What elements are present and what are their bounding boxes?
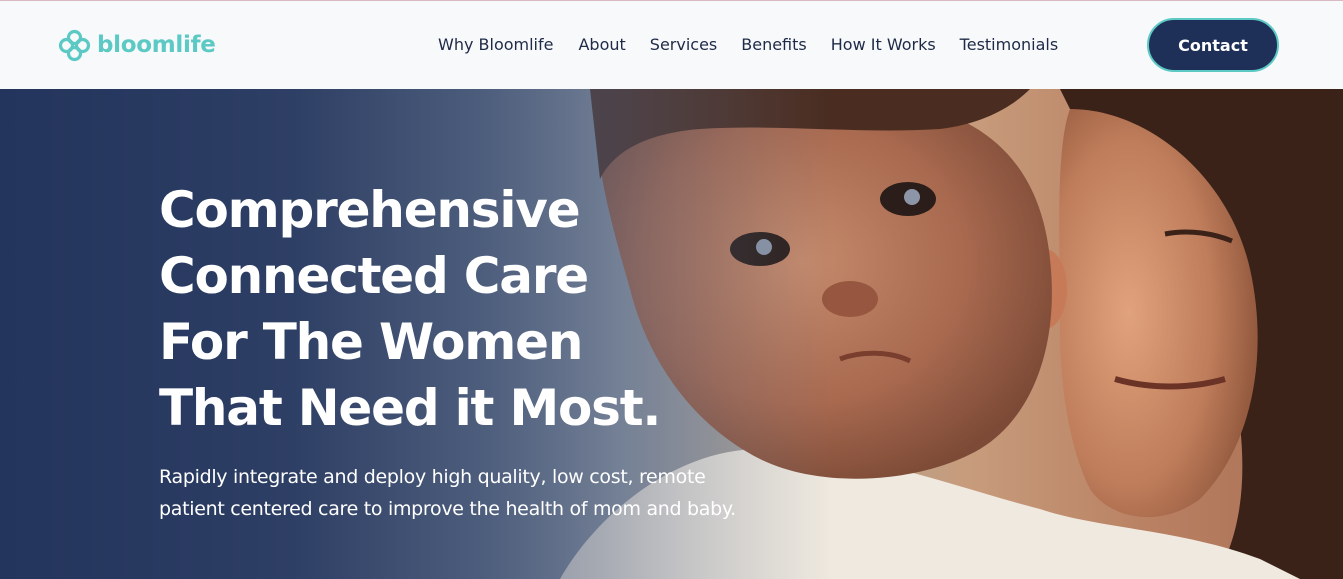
nav-benefits[interactable]: Benefits: [741, 34, 807, 56]
bloom-flower-icon: [58, 29, 91, 61]
hero-section: Comprehensive Connected Care For The Wom…: [0, 89, 1343, 579]
site-header: bloomlife Why Bloomlife About Services B…: [0, 1, 1343, 88]
hero-title-line: That Need it Most.: [159, 379, 661, 437]
main-navigation: Why Bloomlife About Services Benefits Ho…: [438, 34, 1058, 56]
nav-why-bloomlife[interactable]: Why Bloomlife: [438, 34, 553, 56]
hero-title-line: Connected Care: [159, 247, 589, 305]
hero-title-line: Comprehensive: [159, 181, 581, 239]
hero-title-line: For The Women: [159, 313, 583, 371]
brand-logo[interactable]: bloomlife: [58, 28, 216, 62]
nav-about[interactable]: About: [578, 34, 625, 56]
contact-button[interactable]: Contact: [1147, 18, 1279, 72]
hero-subtitle: Rapidly integrate and deploy high qualit…: [159, 466, 736, 520]
hero-title: Comprehensive Connected Care For The Wom…: [159, 177, 719, 441]
nav-services[interactable]: Services: [650, 34, 717, 56]
nav-how-it-works[interactable]: How It Works: [831, 34, 936, 56]
nav-testimonials[interactable]: Testimonials: [960, 34, 1059, 56]
brand-name: bloomlife: [97, 32, 216, 58]
